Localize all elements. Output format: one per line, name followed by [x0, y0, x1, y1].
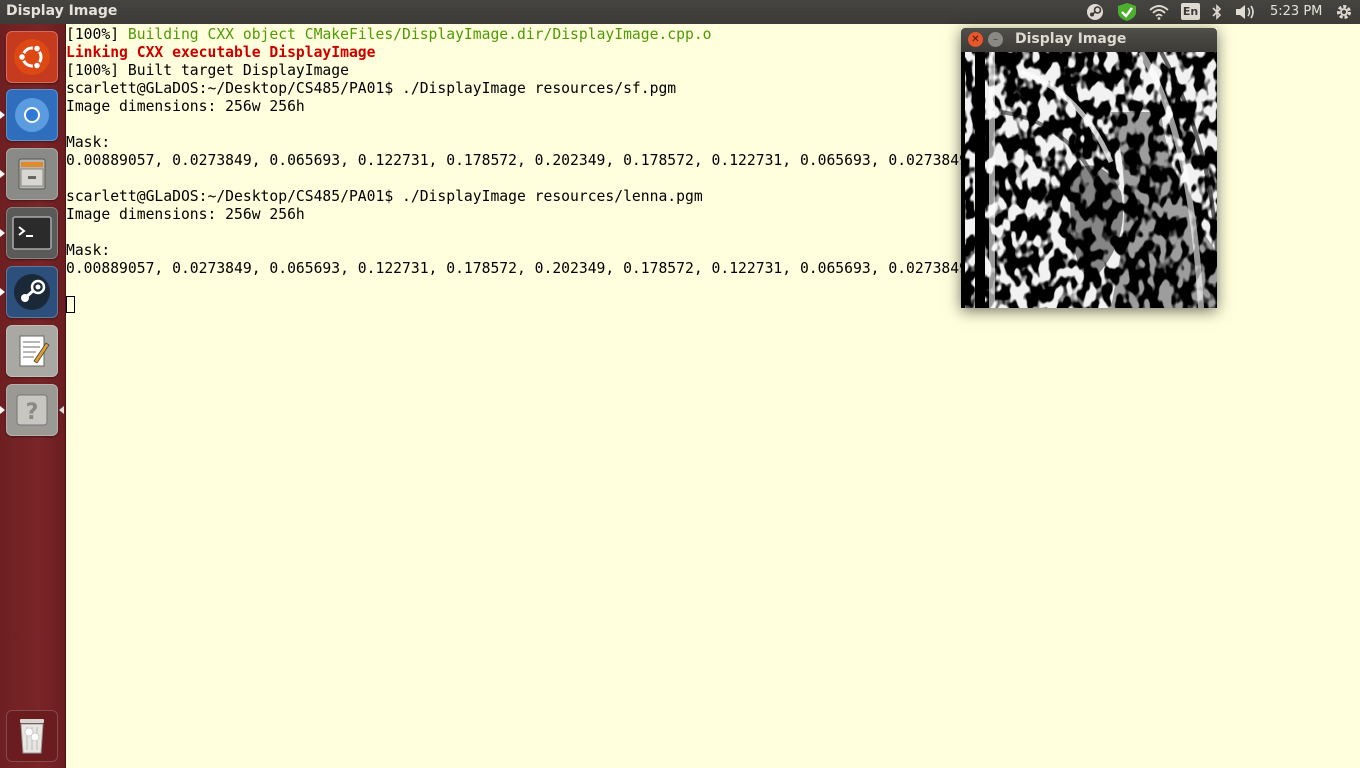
close-button[interactable]: ✕ [968, 32, 983, 47]
wifi-icon[interactable] [1148, 0, 1170, 24]
launcher-chromium[interactable] [6, 89, 58, 141]
minimize-icon: – [993, 33, 998, 45]
window-titlebar[interactable]: ✕ – Display Image [961, 28, 1217, 52]
running-indicator [0, 229, 5, 237]
file-cabinet-icon [18, 158, 46, 190]
launcher-text-editor[interactable] [6, 325, 58, 377]
launcher: ? [0, 24, 66, 768]
svg-text:?: ? [26, 400, 39, 425]
ubuntu-logo-icon [14, 39, 50, 75]
window-title: Display Image [1015, 31, 1127, 47]
text-editor-icon [19, 335, 50, 367]
launcher-steam[interactable] [6, 266, 58, 318]
keyboard-language-icon[interactable]: En [1181, 3, 1200, 20]
chromium-icon [15, 98, 49, 132]
volume-icon[interactable] [1233, 0, 1257, 24]
ubuntu-dash-button[interactable] [6, 31, 58, 83]
launcher-files[interactable] [6, 148, 58, 200]
launcher-trash[interactable] [6, 710, 58, 762]
active-window-title: Display Image [6, 3, 118, 19]
text-cursor [66, 296, 75, 313]
bluetooth-icon[interactable] [1209, 0, 1225, 24]
power-gear-icon[interactable] [1333, 0, 1355, 24]
running-indicator [0, 111, 5, 119]
running-indicator [0, 170, 5, 178]
steam-tray-icon[interactable] [1084, 0, 1106, 24]
launcher-terminal[interactable] [6, 207, 58, 259]
focused-indicator [59, 406, 64, 414]
steam-icon [14, 274, 50, 310]
help-question-icon: ? [16, 394, 48, 426]
filtered-image [961, 52, 1217, 308]
trash-icon [20, 719, 44, 754]
running-indicator [0, 288, 5, 296]
running-indicator [0, 406, 5, 414]
clock[interactable]: 5:23 PM [1270, 4, 1322, 19]
terminal-icon [12, 216, 52, 250]
minimize-button[interactable]: – [988, 32, 1003, 47]
top-panel: Display Image En 5:23 PM [0, 0, 1360, 24]
display-image-window[interactable]: ✕ – Display Image [961, 28, 1217, 308]
launcher-help[interactable]: ? [6, 384, 58, 436]
update-check-icon[interactable] [1115, 0, 1139, 24]
image-canvas [961, 52, 1217, 308]
close-icon: ✕ [971, 33, 980, 45]
